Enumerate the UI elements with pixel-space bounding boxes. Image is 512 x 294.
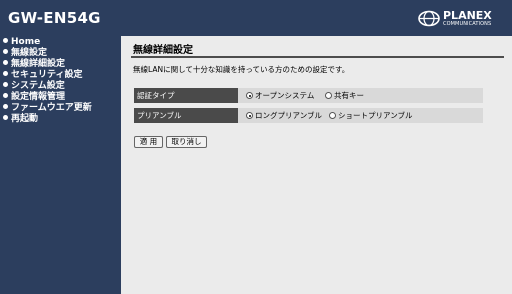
sidebar-nav: Home 無線設定 無線詳細設定 セキュリティ設定 システム設定 設定情報管理 …: [3, 37, 92, 125]
auth-type-row: 認証タイプ オープンシステム 共有キー: [134, 88, 483, 103]
page-description: 無線LANに関して十分な知識を持っている方のための設定です。: [133, 65, 350, 74]
sidebar-item-label: 再起動: [11, 114, 39, 124]
page-title: 無線詳細設定: [133, 45, 193, 56]
option-label: ロングプリアンブル: [255, 111, 322, 120]
sidebar-item-label: Home: [11, 37, 41, 47]
bullet-icon: [3, 115, 8, 120]
bullet-icon: [3, 38, 8, 43]
bullet-icon: [3, 82, 8, 87]
radio-checked-icon[interactable]: [246, 92, 253, 99]
sidebar-item-security[interactable]: セキュリティ設定: [3, 70, 92, 81]
bullet-icon: [3, 104, 8, 109]
option-label: 共有キー: [334, 91, 364, 100]
sidebar-item-label: セキュリティ設定: [11, 70, 83, 80]
logo-sub-text: COMMUNICATIONS: [443, 21, 492, 27]
model-name: GW-EN54G: [8, 9, 101, 27]
radio-unchecked-icon[interactable]: [329, 112, 336, 119]
planex-logo: PLANEX COMMUNICATIONS: [418, 8, 506, 30]
preamble-long-option[interactable]: ロングプリアンブル: [246, 108, 322, 123]
auth-shared-key-option[interactable]: 共有キー: [325, 88, 364, 103]
preamble-short-option[interactable]: ショートプリアンブル: [329, 108, 412, 123]
auth-open-system-option[interactable]: オープンシステム: [246, 88, 314, 103]
option-label: ショートプリアンブル: [338, 111, 413, 120]
sidebar-item-home[interactable]: Home: [3, 37, 92, 48]
auth-type-label: 認証タイプ: [134, 88, 238, 103]
planex-logo-icon: [418, 10, 440, 27]
preamble-row: プリアンブル ロングプリアンブル ショートプリアンブル: [134, 108, 483, 123]
sidebar-item-label: 無線設定: [11, 48, 48, 58]
bullet-icon: [3, 93, 8, 98]
sidebar-item-reboot[interactable]: 再起動: [3, 114, 92, 125]
apply-button[interactable]: 適 用: [134, 136, 163, 148]
header-bar: GW-EN54G PLANEX COMMUNICATIONS: [0, 0, 512, 36]
sidebar-item-label: システム設定: [11, 81, 65, 91]
sidebar-item-wireless-settings[interactable]: 無線設定: [3, 48, 92, 59]
title-divider: [131, 56, 504, 58]
option-label: オープンシステム: [255, 91, 315, 100]
sidebar: Home 無線設定 無線詳細設定 セキュリティ設定 システム設定 設定情報管理 …: [0, 36, 121, 294]
bullet-icon: [3, 49, 8, 54]
radio-unchecked-icon[interactable]: [325, 92, 332, 99]
sidebar-item-label: 設定情報管理: [11, 92, 66, 102]
sidebar-item-system[interactable]: システム設定: [3, 81, 92, 92]
bullet-icon: [3, 60, 8, 65]
sidebar-item-firmware-update[interactable]: ファームウエア更新: [3, 103, 92, 114]
sidebar-item-label: 無線詳細設定: [11, 59, 66, 69]
sidebar-item-config-management[interactable]: 設定情報管理: [3, 92, 92, 103]
radio-checked-icon[interactable]: [246, 112, 253, 119]
main-panel: 無線詳細設定 無線LANに関して十分な知識を持っている方のための設定です。 認証…: [121, 36, 512, 294]
sidebar-item-label: ファームウエア更新: [11, 103, 92, 113]
sidebar-item-wireless-advanced[interactable]: 無線詳細設定: [3, 59, 92, 70]
preamble-label: プリアンブル: [134, 108, 238, 123]
bullet-icon: [3, 71, 8, 76]
cancel-button[interactable]: 取り消し: [166, 136, 207, 148]
